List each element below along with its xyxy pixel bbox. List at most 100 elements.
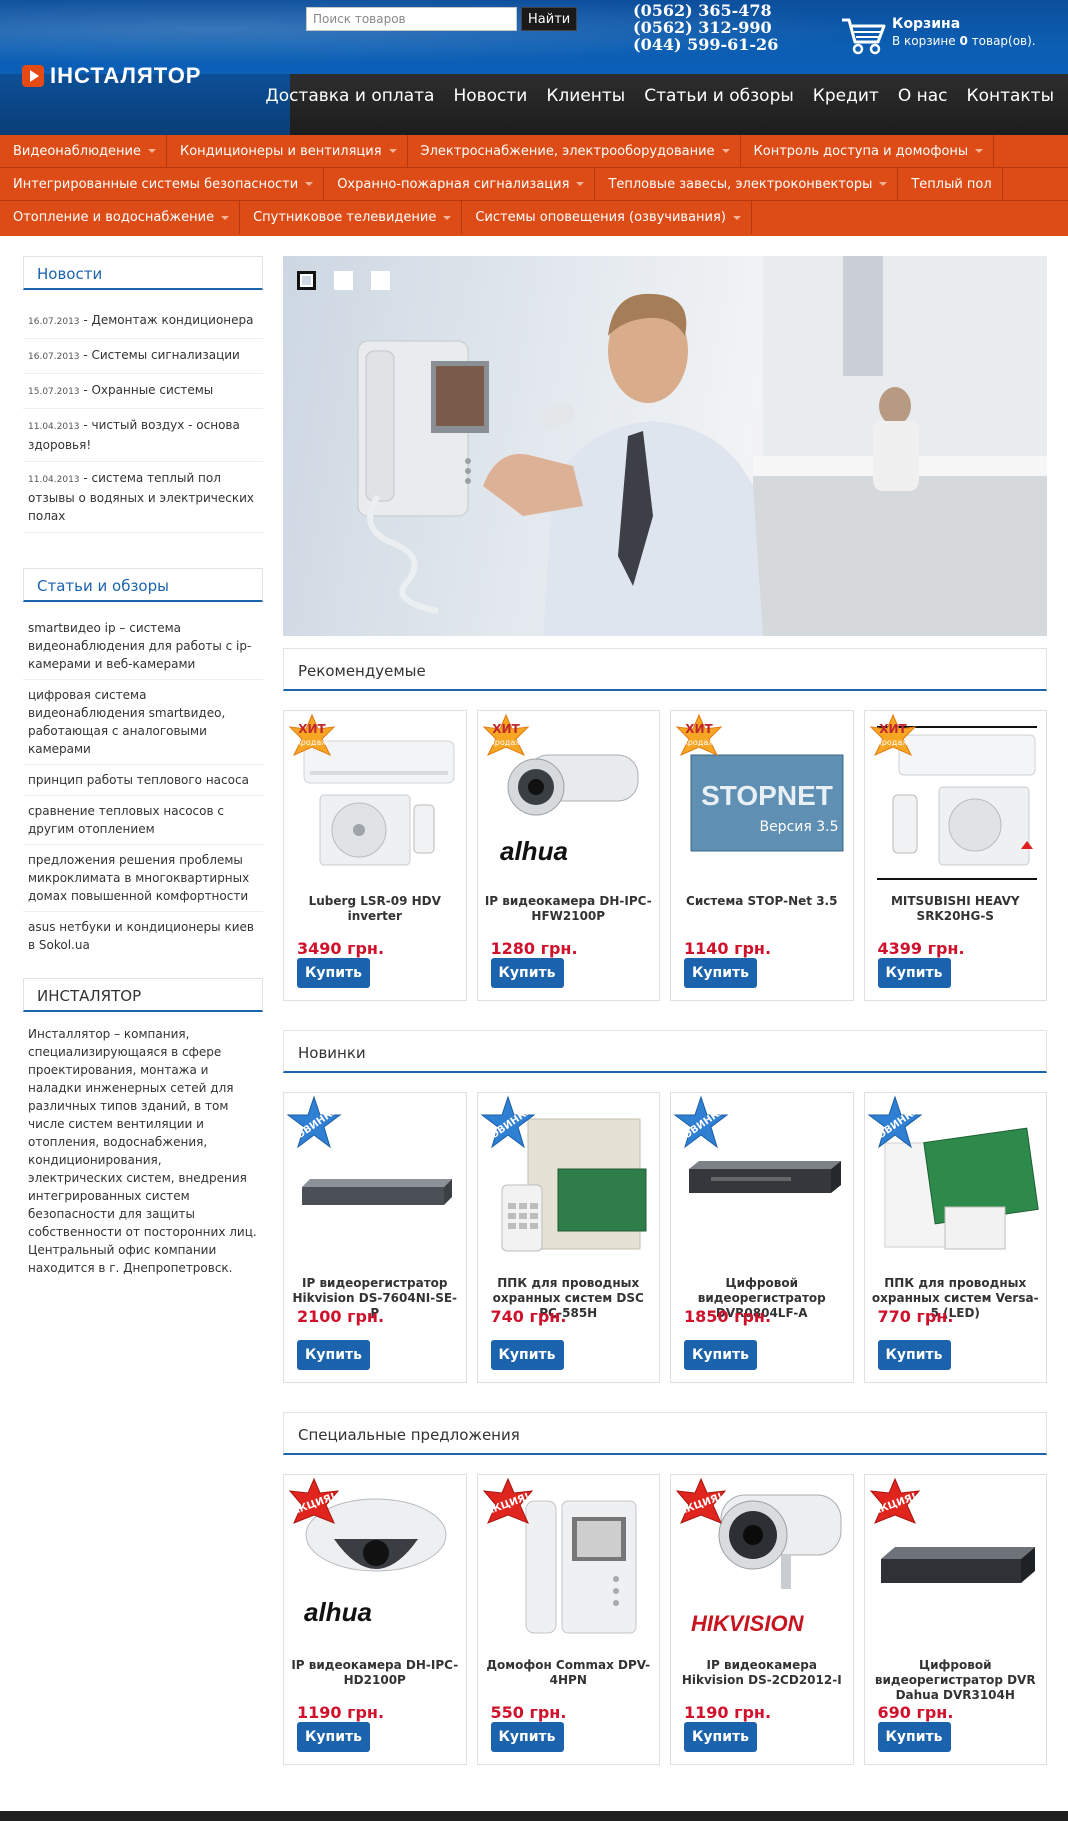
hit-badge-icon: ХИТ продаж: [869, 713, 916, 757]
svg-text:продаж: продаж: [876, 738, 909, 747]
svg-text:alhua: alhua: [304, 1597, 372, 1627]
caret-down-icon: [443, 215, 452, 220]
caret-down-icon: [721, 149, 730, 153]
category-fire-alarm[interactable]: Охранно-пожарная сигнализация: [324, 168, 596, 200]
product-card: ХИТ продаж MITSUBISHI HEAVY SRK20HG-S 43…: [863, 710, 1047, 1001]
nav-link-news[interactable]: Новости: [453, 86, 527, 106]
slider-bullet[interactable]: [334, 271, 353, 290]
caret-down-icon: [221, 215, 230, 220]
nav-link-credit[interactable]: Кредит: [813, 86, 879, 106]
slider-bullet[interactable]: [371, 271, 390, 290]
new-badge-icon: НОВИНКА: [673, 1095, 729, 1149]
product-card: НОВИНКА ППК для проводных охранных систе…: [863, 1092, 1047, 1383]
news-item[interactable]: 11.04.2013 - чистый воздух - основа здор…: [23, 409, 263, 462]
main-nav: Доставка и оплата Новости Клиенты Статьи…: [265, 86, 1054, 106]
product-grid: alhua АКЦИЯ! IP видеокамера DH-IPC-HD210…: [283, 1474, 1047, 1765]
product-price: 690 грн.: [877, 1703, 954, 1722]
buy-button[interactable]: Купить: [490, 958, 564, 988]
product-price: 3490 грн.: [297, 939, 385, 958]
svg-text:ХИТ: ХИТ: [879, 722, 907, 736]
buy-button[interactable]: Купить: [297, 958, 370, 988]
news-item[interactable]: 15.07.2013 - Охранные системы: [23, 374, 263, 409]
search-button[interactable]: Найти: [521, 7, 578, 31]
slider-bullet[interactable]: [297, 271, 316, 290]
category-access-control[interactable]: Контроль доступа и домофоны: [741, 135, 995, 167]
product-name[interactable]: Домофон Commax DPV-4HPN: [484, 1658, 654, 1688]
articles-title[interactable]: Статьи и обзоры: [23, 568, 263, 602]
category-row: Отопление и водоснабжение Спутниковое те…: [0, 201, 1068, 234]
article-link[interactable]: asus нетбуки и кондиционеры киев в Sokol…: [23, 912, 263, 960]
product-card: HIKVISION АКЦИЯ! IP видеокамера Hikvisio…: [670, 1474, 854, 1765]
caret-down-icon: [879, 182, 888, 186]
product-name[interactable]: MITSUBISHI HEAVY SRK20HG-S: [871, 894, 1041, 924]
buy-button[interactable]: Купить: [684, 958, 757, 988]
product-name[interactable]: Цифровой видеорегистратор DVR Dahua DVR3…: [871, 1658, 1041, 1703]
article-link[interactable]: предложения решения проблемы микроклимат…: [23, 845, 263, 912]
product-price: 4399 грн.: [877, 939, 965, 958]
article-link[interactable]: smartвидео ip – система видеонаблюдения …: [23, 613, 263, 680]
buy-button[interactable]: Купить: [684, 1340, 757, 1370]
category-integrated-security[interactable]: Интегрированные системы безопасности: [0, 168, 325, 200]
product-card: АКЦИЯ! Цифровой видеорегистратор DVR Dah…: [863, 1474, 1047, 1765]
nav-link-about[interactable]: О нас: [898, 86, 948, 106]
buy-button[interactable]: Купить: [877, 1722, 951, 1752]
hit-badge-icon: ХИТ продаж: [288, 713, 336, 757]
svg-text:ХИТ: ХИТ: [685, 722, 713, 736]
hero-slider[interactable]: [283, 256, 1047, 636]
category-heat-curtains[interactable]: Тепловые завесы, электроконвекторы: [595, 168, 899, 200]
product-name[interactable]: IP видеокамера Hikvision DS-2CD2012-I: [677, 1658, 847, 1688]
buy-button[interactable]: Купить: [684, 1722, 757, 1752]
news-date: 11.04.2013: [28, 422, 80, 432]
category-heating[interactable]: Отопление и водоснабжение: [0, 201, 241, 234]
search-input[interactable]: [306, 7, 517, 31]
hit-badge-icon: ХИТ продаж: [482, 713, 529, 757]
caret-down-icon: [388, 149, 397, 153]
cart-widget[interactable]: Корзина В корзине 0 товар(ов).: [840, 16, 1036, 56]
category-video[interactable]: Видеонаблюдение: [0, 135, 167, 167]
news-item[interactable]: 16.07.2013 - Системы сигнализации: [23, 339, 263, 374]
category-satellite-tv[interactable]: Спутниковое телевидение: [240, 201, 463, 234]
product-name[interactable]: IP видеокамера DH-IPC-HFW2100P: [484, 894, 654, 924]
svg-text:ХИТ: ХИТ: [492, 722, 520, 736]
articles-list: smartвидео ip – система видеонаблюдения …: [23, 613, 263, 960]
product-name[interactable]: IP видеокамера DH-IPC-HD2100P: [290, 1658, 460, 1688]
buy-button[interactable]: Купить: [490, 1722, 564, 1752]
nav-link-contacts[interactable]: Контакты: [967, 86, 1055, 106]
product-price: 1140 грн.: [684, 939, 772, 958]
product-price: 1850 грн.: [684, 1307, 772, 1326]
product-card: STOPNET Версия 3.5 ХИТ продаж Система ST…: [670, 710, 854, 1001]
article-link[interactable]: сравнение тепловых насосов с другим отоп…: [23, 796, 263, 845]
buy-button[interactable]: Купить: [877, 1340, 951, 1370]
product-price: 550 грн.: [490, 1703, 567, 1722]
category-conditioners[interactable]: Кондиционеры и вентиляция: [167, 135, 408, 167]
category-notification[interactable]: Системы оповещения (озвучивания): [462, 201, 752, 234]
cart-title: Корзина: [892, 16, 961, 32]
buy-button[interactable]: Купить: [877, 958, 951, 988]
article-link[interactable]: принцип работы теплового насоса: [23, 765, 263, 796]
product-name[interactable]: Система STOP-Net 3.5: [677, 894, 847, 909]
nav-link-articles[interactable]: Статьи и обзоры: [644, 86, 794, 106]
article-link[interactable]: цифровая система видеонаблюдения smartви…: [23, 680, 263, 765]
nav-link-delivery[interactable]: Доставка и оплата: [265, 86, 434, 106]
buy-button[interactable]: Купить: [297, 1340, 370, 1370]
svg-text:продаж: продаж: [683, 738, 716, 747]
logo-text: ІНСТАЛЯТОР: [50, 63, 202, 88]
svg-text:alhua: alhua: [500, 836, 568, 866]
search-form: Найти: [306, 7, 578, 31]
svg-text:продаж: продаж: [296, 738, 329, 747]
news-item[interactable]: 11.04.2013 - система теплый пол отзывы о…: [23, 462, 263, 533]
product-name[interactable]: Luberg LSR-09 HDV inverter: [290, 894, 460, 924]
category-electric[interactable]: Электроснабжение, электрооборудование: [408, 135, 741, 167]
site-logo[interactable]: ІНСТАЛЯТОР: [22, 63, 202, 88]
nav-link-clients[interactable]: Клиенты: [546, 86, 625, 106]
news-title[interactable]: Новости: [23, 256, 263, 290]
news-item[interactable]: 16.07.2013 - Демонтаж кондиционера: [23, 304, 263, 339]
buy-button[interactable]: Купить: [490, 1340, 564, 1370]
product-card: НОВИНКА Цифровой видеорегистратор DVR080…: [670, 1092, 854, 1383]
category-warm-floor[interactable]: Теплый пол: [898, 168, 1003, 200]
new-products-section: Новинки НОВИНКА IP видеорегистратор Hikv…: [283, 1030, 1047, 1383]
recommended-section: Рекомендуемые ХИТ продаж Luberg LSR-09 H…: [283, 648, 1047, 1001]
product-price: 1280 грн.: [490, 939, 578, 958]
product-card: alhua АКЦИЯ! IP видеокамера DH-IPC-HD210…: [283, 1474, 467, 1765]
buy-button[interactable]: Купить: [297, 1722, 370, 1752]
